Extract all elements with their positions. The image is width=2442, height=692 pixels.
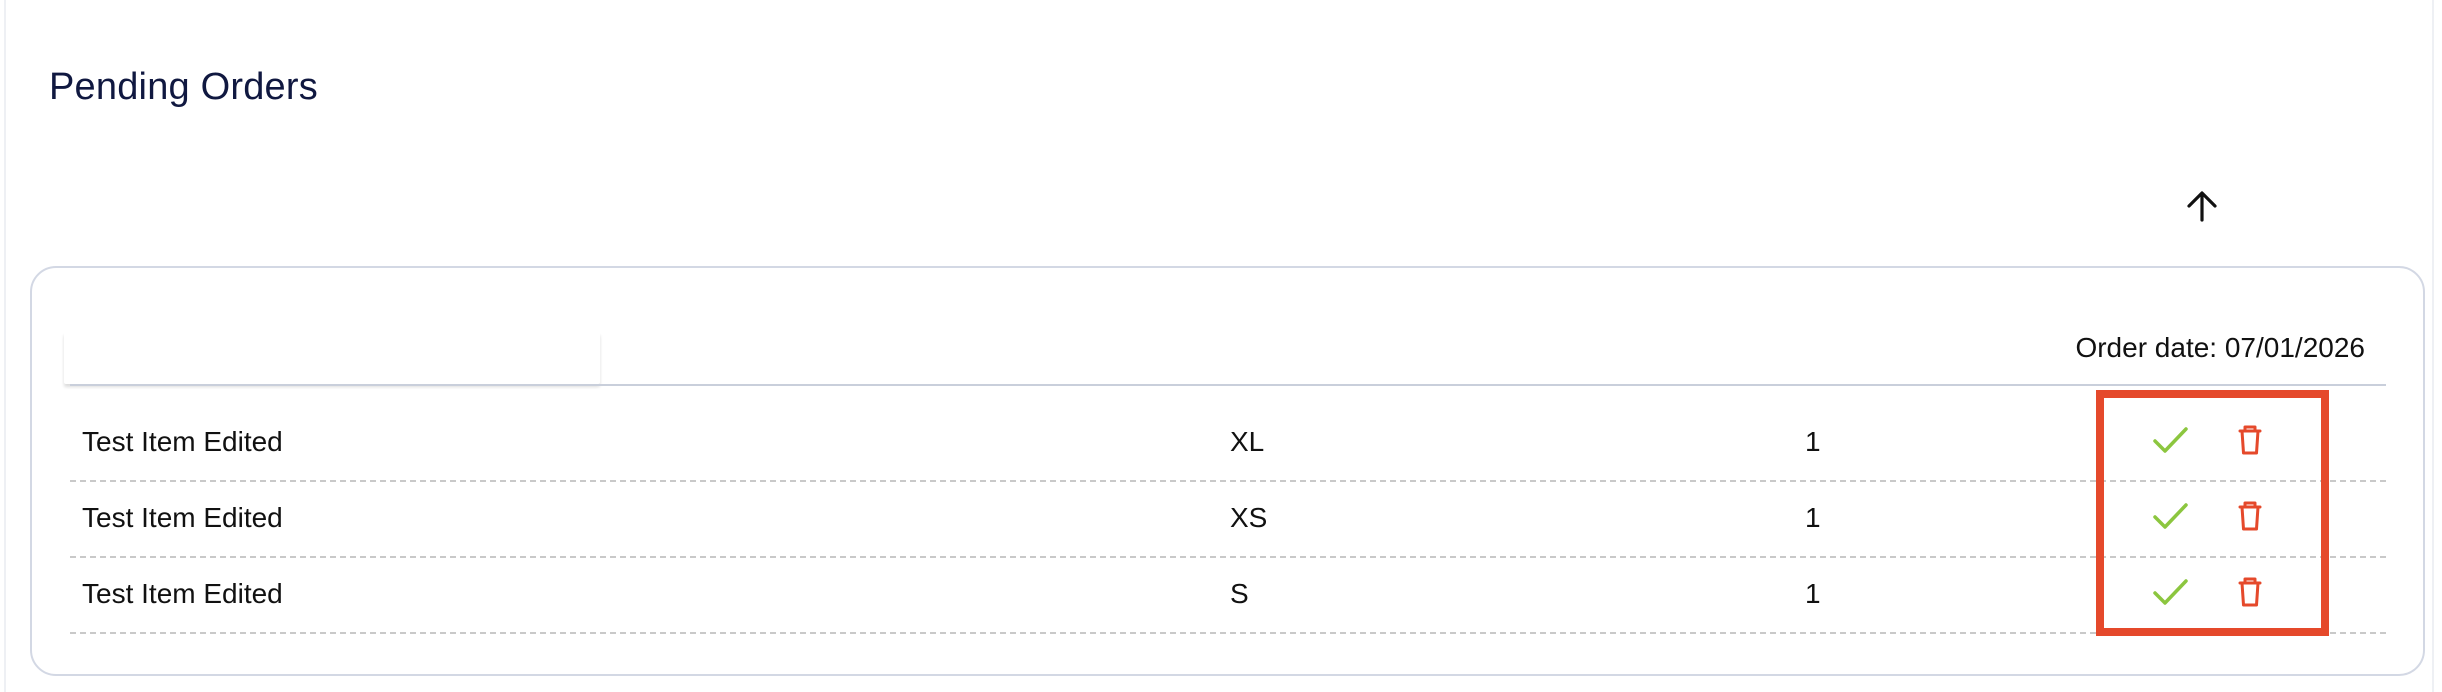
check-icon — [2153, 427, 2188, 453]
item-name: Test Item Edited — [82, 502, 283, 533]
item-quantity: 1 — [1805, 578, 1821, 609]
trash-icon — [2238, 501, 2262, 531]
item-quantity: 1 — [1805, 502, 1821, 533]
order-card-header-tab — [64, 332, 600, 384]
approve-button[interactable] — [2144, 490, 2196, 542]
item-name: Test Item Edited — [82, 578, 283, 609]
sort-button[interactable] — [2176, 180, 2228, 232]
order-date: Order date: 07/01/2026 — [2075, 332, 2365, 363]
item-size: S — [1230, 578, 1249, 609]
order-items-list: Test Item Edited XL 1 Test Item Edited X… — [70, 406, 2386, 634]
approve-button[interactable] — [2144, 414, 2196, 466]
table-row: Test Item Edited XS 1 — [70, 482, 2386, 558]
page-container: Pending Orders Order date: 07/01/2026 Te… — [4, 0, 2434, 692]
page-title: Pending Orders — [49, 66, 318, 108]
delete-button[interactable] — [2224, 490, 2276, 542]
approve-button[interactable] — [2144, 566, 2196, 618]
delete-button[interactable] — [2224, 414, 2276, 466]
item-size: XS — [1230, 502, 1268, 533]
check-icon — [2153, 579, 2188, 605]
item-quantity: 1 — [1805, 426, 1821, 457]
table-row: Test Item Edited XL 1 — [70, 406, 2386, 482]
trash-icon — [2238, 425, 2262, 455]
arrow-up-icon — [2187, 191, 2217, 222]
check-icon — [2153, 503, 2188, 529]
item-name: Test Item Edited — [82, 426, 283, 457]
table-row: Test Item Edited S 1 — [70, 558, 2386, 634]
item-size: XL — [1230, 426, 1265, 457]
order-card-divider — [70, 384, 2386, 386]
order-card: Order date: 07/01/2026 Test Item Edited … — [30, 266, 2425, 676]
trash-icon — [2238, 577, 2262, 607]
delete-button[interactable] — [2224, 566, 2276, 618]
